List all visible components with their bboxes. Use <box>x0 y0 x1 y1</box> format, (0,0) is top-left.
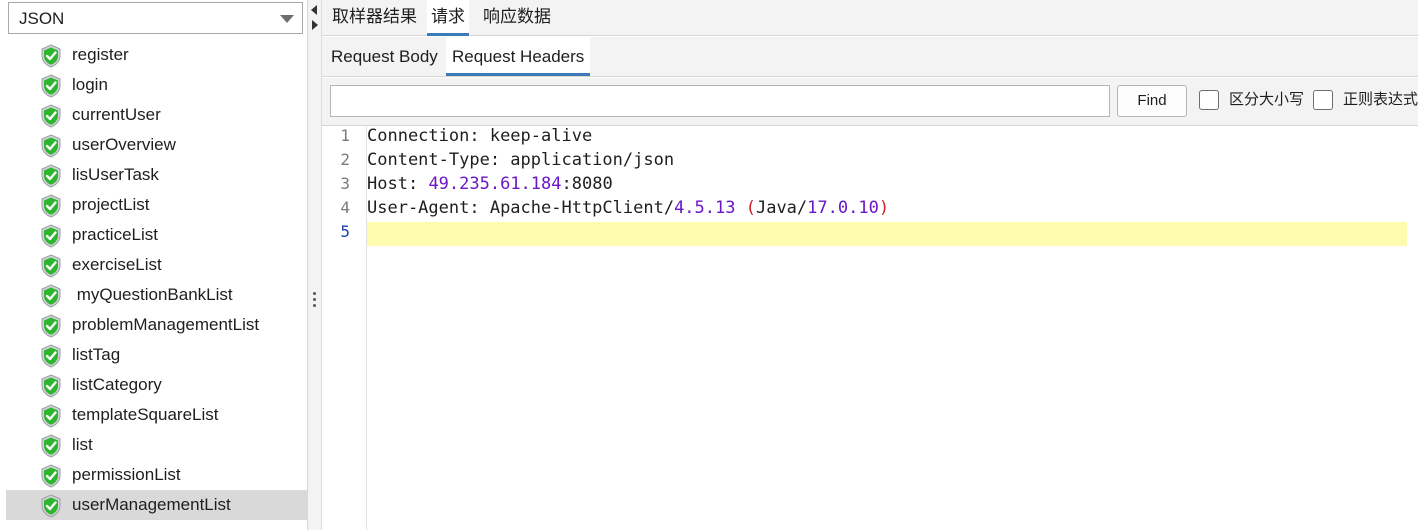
green-check-shield-icon <box>40 194 62 218</box>
header-value-paren: ) <box>878 198 890 218</box>
tree-item-label: exerciseList <box>72 255 162 274</box>
tree-item-label: practiceList <box>72 225 158 244</box>
tree-item-label: currentUser <box>72 105 161 124</box>
case-sensitive-checkbox[interactable] <box>1199 90 1219 110</box>
code-line: User-Agent: Apache-HttpClient/4.5.13 (Ja… <box>367 196 1407 220</box>
tree-item-label: register <box>72 45 129 64</box>
header-key: Host: <box>367 174 419 194</box>
green-check-shield-icon <box>40 434 62 458</box>
find-button[interactable]: Find <box>1117 85 1187 117</box>
tree-item[interactable]: exerciseList <box>6 250 308 280</box>
tree-item[interactable]: currentUser <box>6 100 308 130</box>
line-number-current: 5 <box>340 222 350 241</box>
collapse-right-icon[interactable] <box>312 20 318 30</box>
tree-item-label: lisUserTask <box>72 165 159 184</box>
format-select-value: JSON <box>19 9 65 28</box>
green-check-shield-icon <box>40 314 62 338</box>
tab-request-headers[interactable]: Request Headers <box>446 37 591 76</box>
sub-tab-bar: Request Body Request Headers <box>322 37 1418 77</box>
green-check-shield-icon <box>40 284 62 308</box>
code-line: Connection: keep-alive <box>367 124 1407 148</box>
header-value-number: 4.5.13 <box>674 198 736 218</box>
green-check-shield-icon <box>40 404 62 428</box>
tree-item[interactable]: myQuestionBankList <box>6 280 308 310</box>
tree-item-label: login <box>72 75 108 94</box>
tree-item[interactable]: lisUserTask <box>6 160 308 190</box>
green-check-shield-icon <box>40 344 62 368</box>
header-key: Content-Type: <box>367 150 501 170</box>
find-bar: Find 区分大小写 正则表达式 <box>322 78 1418 126</box>
tree-item[interactable]: login <box>6 70 308 100</box>
green-check-shield-icon <box>40 224 62 248</box>
line-number: 2 <box>340 150 350 169</box>
tree-item-label: listCategory <box>72 375 162 394</box>
green-check-shield-icon <box>40 44 62 68</box>
header-key: Connection: <box>367 126 480 146</box>
line-number-gutter: 1 2 3 4 5 <box>322 126 367 530</box>
format-select[interactable]: JSON <box>8 2 303 34</box>
tree-item[interactable]: userManagementList <box>6 490 308 520</box>
green-check-shield-icon <box>40 374 62 398</box>
search-input[interactable] <box>330 85 1110 117</box>
tree-item[interactable]: listTag <box>6 340 308 370</box>
tree-item[interactable]: problemManagementList <box>6 310 308 340</box>
green-check-shield-icon <box>40 134 62 158</box>
code-editor[interactable]: 1 2 3 4 5 Connection: keep-alive Content… <box>322 124 1418 530</box>
line-number: 1 <box>340 126 350 145</box>
header-value: Java/ <box>755 198 808 218</box>
code-line: Content-Type: application/json <box>367 148 1407 172</box>
tree-item-label: templateSquareList <box>72 405 219 424</box>
regex-checkbox[interactable] <box>1313 90 1333 110</box>
chevron-down-icon[interactable] <box>280 15 294 23</box>
header-value: keep-alive <box>479 126 593 146</box>
line-number: 4 <box>340 198 350 217</box>
tree-item-label: projectList <box>72 195 150 214</box>
header-value-number: 49.235.61.184 <box>428 174 562 194</box>
tab-sampler-result[interactable]: 取样器结果 <box>328 0 421 36</box>
tab-request[interactable]: 请求 <box>427 0 469 36</box>
regex-label: 正则表达式 <box>1343 91 1418 108</box>
green-check-shield-icon <box>40 164 62 188</box>
green-check-shield-icon <box>40 74 62 98</box>
tree-item[interactable]: listCategory <box>6 370 308 400</box>
green-check-shield-icon <box>40 464 62 488</box>
tree-item[interactable]: register <box>6 40 308 70</box>
sampler-tree: register login currentUser userOverview lisU… <box>6 40 308 520</box>
header-value-paren: ( <box>735 198 756 218</box>
tab-request-body[interactable]: Request Body <box>325 37 444 76</box>
line-number: 3 <box>340 174 350 193</box>
tree-item-label: userManagementList <box>72 495 231 514</box>
panel-splitter[interactable] <box>308 0 322 530</box>
tree-item-label: userOverview <box>72 135 176 154</box>
code-line-current <box>367 222 1407 246</box>
tree-item[interactable]: userOverview <box>6 130 308 160</box>
left-panel: JSON register login currentUser userOvervie… <box>0 0 308 530</box>
tree-item-label: myQuestionBankList <box>72 285 233 304</box>
green-check-shield-icon <box>40 104 62 128</box>
tree-item-label: problemManagementList <box>72 315 260 334</box>
code-line: Host: 49.235.61.184:8080 <box>367 172 1407 196</box>
tree-item[interactable]: list <box>6 430 308 460</box>
tree-item[interactable]: templateSquareList <box>6 400 308 430</box>
tree-item[interactable]: permissionList <box>6 460 308 490</box>
green-check-shield-icon <box>40 254 62 278</box>
tree-item-label: permissionList <box>72 465 181 484</box>
header-value-number: 17.0.10 <box>807 198 879 218</box>
code-text-area[interactable]: Connection: keep-alive Content-Type: app… <box>367 124 1418 530</box>
green-check-shield-icon <box>40 494 62 518</box>
collapse-left-icon[interactable] <box>311 5 317 15</box>
right-panel: 取样器结果 请求 响应数据 Request Body Request Heade… <box>322 0 1418 530</box>
tree-item-label: list <box>72 435 93 454</box>
tree-item-label: listTag <box>72 345 121 364</box>
main-tab-bar: 取样器结果 请求 响应数据 <box>322 0 1418 36</box>
header-value: :8080 <box>561 174 613 194</box>
header-value: application/json <box>500 150 675 170</box>
tree-item[interactable]: practiceList <box>6 220 308 250</box>
case-sensitive-label: 区分大小写 <box>1229 91 1305 108</box>
header-key: User-Agent: <box>367 198 480 218</box>
header-value: Apache-HttpClient/ <box>479 198 675 218</box>
drag-handle-icon[interactable] <box>313 292 317 310</box>
tab-response-data[interactable]: 响应数据 <box>479 0 555 36</box>
tree-item[interactable]: projectList <box>6 190 308 220</box>
